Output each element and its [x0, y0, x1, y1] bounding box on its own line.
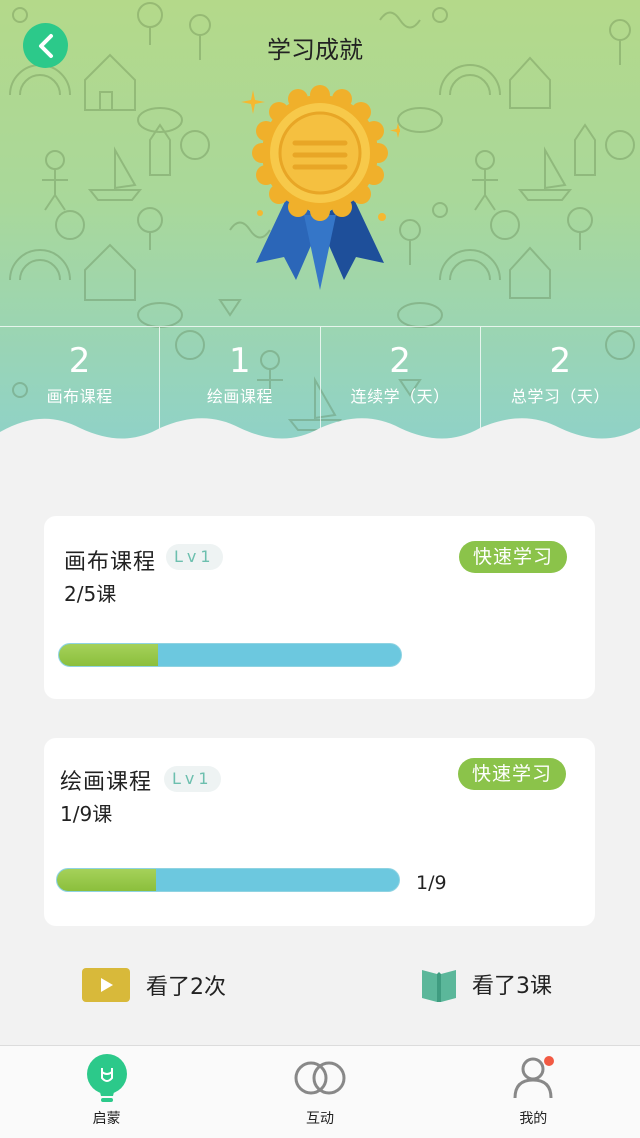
quick-learn-button[interactable]: 快速学习: [459, 541, 567, 573]
lesson-progress-text: 2/5课: [64, 582, 117, 606]
stat-value: 2: [389, 341, 411, 381]
stat-value: 1: [229, 341, 251, 381]
level-badge: Lv1: [166, 544, 223, 570]
course-title: 绘画课程: [60, 770, 153, 795]
level-badge: Lv1: [164, 766, 221, 792]
progress-bar-fill: [57, 869, 157, 891]
watch-summary: 看了2次 看了3课: [0, 966, 640, 1010]
progress-bar: [58, 643, 402, 667]
watched-lessons-text: 看了3课: [472, 974, 552, 999]
quick-learn-button[interactable]: 快速学习: [458, 758, 566, 790]
nav-label: 启蒙: [92, 1111, 121, 1127]
stat-value: 2: [68, 341, 91, 381]
bulb-icon: [86, 1054, 127, 1102]
play-video-icon: [82, 968, 130, 1002]
nav-item-enlighten[interactable]: 启蒙: [0, 1046, 213, 1138]
achievement-header: 学习成就 2 画布课程 1 绘画课程 2 连续学（天） 2 总学习（天）: [0, 0, 640, 445]
bottom-nav: 启蒙 互动 我的: [0, 1045, 640, 1138]
stat-label: 连续学（天）: [350, 387, 450, 406]
progress-bar-label: 1/9: [416, 872, 447, 894]
stat-value: 2: [549, 341, 572, 381]
course-title: 画布课程: [64, 550, 157, 575]
lesson-progress-text: 1/9课: [60, 802, 113, 826]
wave-divider: [0, 418, 640, 445]
progress-bar: [56, 868, 400, 892]
nav-label: 我的: [519, 1111, 548, 1127]
course-card: 绘画课程 Lv1 快速学习 1/9课 1/9: [44, 738, 595, 926]
nav-label: 互动: [305, 1111, 334, 1127]
stat-label: 绘画课程: [206, 387, 273, 406]
stat-label: 画布课程: [46, 387, 113, 406]
course-card: 画布课程 Lv1 快速学习 2/5课: [44, 516, 595, 699]
progress-bar-fill: [59, 644, 159, 666]
nav-item-interact[interactable]: 互动: [213, 1046, 426, 1138]
page-title: 学习成就: [267, 36, 363, 64]
rings-icon: [294, 1061, 346, 1095]
nav-item-mine[interactable]: 我的: [427, 1046, 640, 1138]
notification-dot: [543, 1056, 554, 1066]
book-icon: [422, 970, 456, 1002]
watched-lessons: 看了3课: [422, 966, 552, 1002]
watched-times: 看了2次: [82, 968, 226, 1002]
watched-times-text: 看了2次: [146, 975, 226, 1000]
medal-icon: [241, 85, 400, 290]
stat-label: 总学习（天）: [510, 387, 610, 406]
